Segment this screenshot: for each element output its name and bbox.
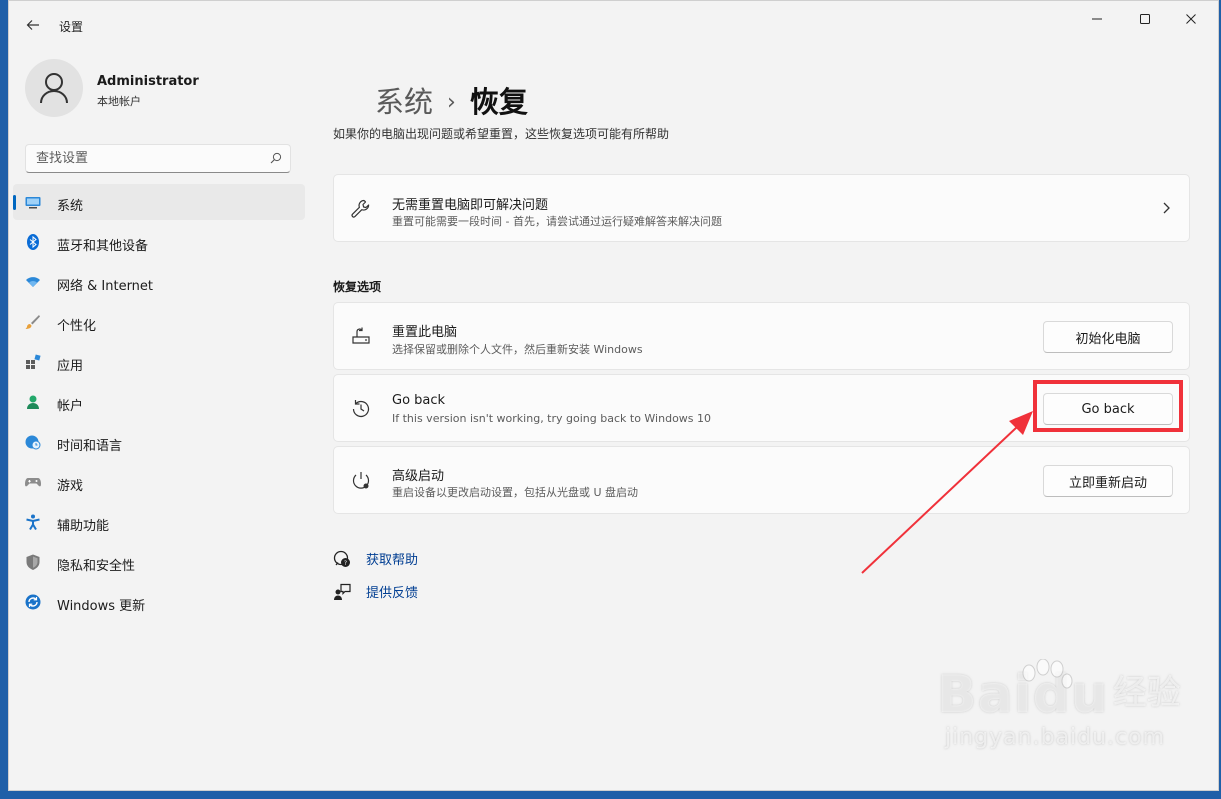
baidu-watermark: Baidu 经验 jingyan.baidu.com	[937, 659, 1181, 750]
paw-logo-icon	[1022, 659, 1073, 689]
settings-window: 设置 Administrator 本地帐户 系统	[8, 0, 1219, 791]
watermark-url: jingyan.baidu.com	[945, 725, 1166, 750]
watermark-cn: 经验	[1112, 673, 1181, 713]
